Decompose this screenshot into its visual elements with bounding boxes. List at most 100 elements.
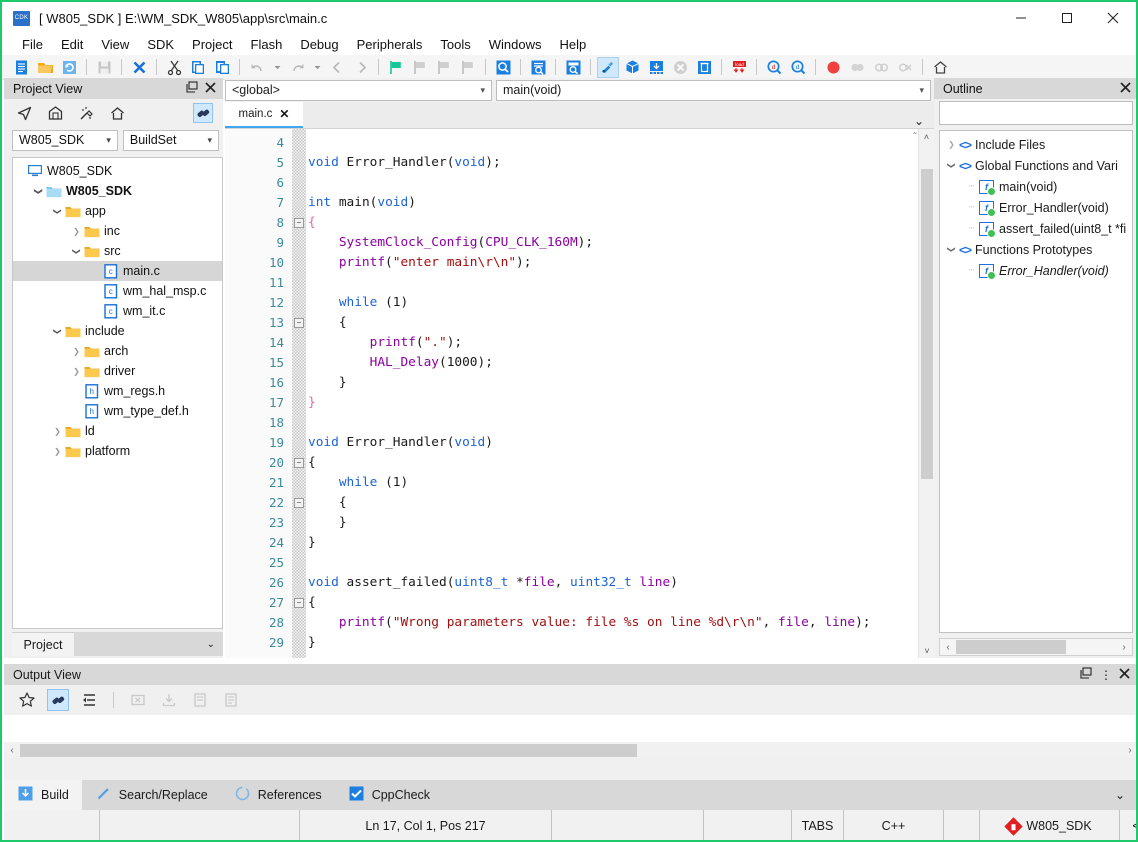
project-tree[interactable]: W805_SDK ❯ W805_SDK ❯ app ❯ inc ❯ src c main.c c wm_… bbox=[12, 157, 223, 629]
outline-splitter-scrollbar[interactable]: ˜ bbox=[907, 128, 923, 658]
tab-build[interactable]: Build bbox=[4, 780, 82, 810]
menu-view[interactable]: View bbox=[92, 35, 138, 54]
fold-toggle-icon[interactable]: − bbox=[294, 598, 304, 608]
scroll-right-arrow-icon[interactable]: › bbox=[1122, 745, 1136, 756]
build-tool-icon[interactable] bbox=[76, 103, 96, 123]
locate-icon[interactable] bbox=[14, 103, 34, 123]
breakpoint-icon[interactable] bbox=[822, 57, 844, 78]
build-icon[interactable] bbox=[597, 56, 619, 78]
outline-horizontal-scrollbar[interactable]: ‹ › bbox=[939, 638, 1133, 656]
stop-icon[interactable] bbox=[669, 57, 691, 78]
menu-debug[interactable]: Debug bbox=[291, 35, 347, 54]
output-view-maximize-icon[interactable] bbox=[1080, 667, 1093, 682]
close-button[interactable] bbox=[1090, 2, 1136, 34]
chevron-down-icon[interactable]: ❯ bbox=[72, 245, 81, 258]
fold-toggle-icon[interactable]: − bbox=[294, 498, 304, 508]
package-icon[interactable] bbox=[621, 57, 643, 78]
project-tree-item[interactable]: ❯ driver bbox=[13, 361, 222, 381]
project-tree-item[interactable]: c main.c bbox=[13, 261, 222, 281]
refresh-icon[interactable] bbox=[58, 57, 80, 78]
find-replace-icon[interactable] bbox=[562, 57, 584, 78]
bookmark-next-icon[interactable] bbox=[409, 57, 431, 78]
chevron-down-icon[interactable]: ❯ bbox=[34, 185, 43, 198]
breakpoint-toggle-icon[interactable] bbox=[870, 57, 892, 78]
scroll-left-arrow-icon[interactable]: ‹ bbox=[940, 642, 956, 653]
open-folder-icon[interactable] bbox=[34, 57, 56, 78]
copy-output-icon[interactable] bbox=[189, 689, 211, 711]
find-icon[interactable] bbox=[492, 57, 514, 78]
menu-help[interactable]: Help bbox=[551, 35, 596, 54]
redo-dropdown-icon[interactable] bbox=[310, 57, 324, 78]
menu-tools[interactable]: Tools bbox=[431, 35, 479, 54]
close-icon[interactable]: ✕ bbox=[279, 107, 289, 121]
project-tree-item[interactable]: W805_SDK bbox=[13, 161, 222, 181]
copy-icon[interactable] bbox=[187, 57, 209, 78]
scroll-left-arrow-icon[interactable]: ‹ bbox=[4, 745, 20, 756]
project-tree-item[interactable]: ❯ src bbox=[13, 241, 222, 261]
project-view-close-icon[interactable] bbox=[205, 81, 216, 96]
scrollbar-thumb[interactable] bbox=[20, 743, 637, 757]
chevron-right-icon[interactable]: ❯ bbox=[70, 227, 83, 236]
star-icon[interactable] bbox=[16, 689, 38, 711]
project-tab[interactable]: Project bbox=[12, 632, 74, 656]
code-editor[interactable]: 4 5 6 7 8 9 10 11 12 13 14 15 16 17 18 19 20 21 22 23 24 25 26… bbox=[225, 128, 934, 658]
undo-icon[interactable] bbox=[246, 57, 268, 78]
tab-cppcheck[interactable]: CppCheck bbox=[335, 780, 443, 810]
debug-start-icon[interactable]: d bbox=[763, 57, 785, 78]
outline-tree-item[interactable]: ❯ <> Include Files bbox=[940, 134, 1132, 155]
menu-windows[interactable]: Windows bbox=[480, 35, 551, 54]
tab-list-chevron-icon[interactable]: ⌄ bbox=[914, 114, 924, 128]
symbol-combo[interactable]: main(void) ▾ bbox=[496, 79, 931, 101]
tab-references[interactable]: References bbox=[221, 780, 335, 810]
project-tree-item[interactable]: c wm_hal_msp.c bbox=[13, 281, 222, 301]
project-tree-item[interactable]: ❯ ld bbox=[13, 421, 222, 441]
chevron-right-icon[interactable]: ❯ bbox=[944, 140, 959, 149]
redo-icon[interactable] bbox=[286, 57, 308, 78]
code-text-area[interactable]: void Error_Handler(void); int main(void)… bbox=[308, 133, 912, 653]
outline-tree[interactable]: ❯ <> Include Files ❯ <> Global Functions and … bbox=[939, 130, 1133, 633]
tab-search-replace[interactable]: Search/Replace bbox=[82, 780, 221, 810]
project-tree-item[interactable]: c wm_it.c bbox=[13, 301, 222, 321]
outline-tree-item[interactable]: ❯ <> Functions Prototypes bbox=[940, 239, 1132, 260]
project-view-dropdown[interactable]: ⌄ bbox=[74, 632, 223, 656]
outline-tree-item[interactable]: ┄ f Error_Handler(void) bbox=[940, 197, 1132, 218]
save-icon[interactable] bbox=[93, 57, 115, 78]
output-horizontal-scrollbar[interactable]: ‹ › bbox=[4, 742, 1136, 758]
outline-tree-item[interactable]: ❯ <> Global Functions and Vari bbox=[940, 155, 1132, 176]
copy-all-icon[interactable] bbox=[220, 689, 242, 711]
cut-icon[interactable] bbox=[163, 57, 185, 78]
chevron-down-icon[interactable]: ❯ bbox=[947, 242, 956, 257]
menu-project[interactable]: Project bbox=[183, 35, 241, 54]
chevron-right-icon[interactable]: ❯ bbox=[51, 427, 64, 436]
menu-peripherals[interactable]: Peripherals bbox=[348, 35, 432, 54]
outline-tree-item[interactable]: ┄ f main(void) bbox=[940, 176, 1132, 197]
house-icon[interactable] bbox=[107, 103, 127, 123]
editor-tab-main-c[interactable]: main.c ✕ bbox=[225, 102, 303, 128]
chevron-right-icon[interactable]: ❯ bbox=[51, 447, 64, 456]
outline-tree-item[interactable]: ┄ f Error_Handler(void) bbox=[940, 260, 1132, 281]
save-output-icon[interactable] bbox=[158, 689, 180, 711]
output-view-close-icon[interactable] bbox=[1119, 667, 1130, 682]
bookmark-prev-icon[interactable] bbox=[433, 57, 455, 78]
project-tree-item[interactable]: ❯ inc bbox=[13, 221, 222, 241]
chevron-down-icon[interactable]: ❯ bbox=[947, 158, 956, 173]
menu-flash[interactable]: Flash bbox=[242, 35, 292, 54]
home-icon[interactable] bbox=[929, 57, 951, 78]
output-tab-chevron-icon[interactable]: ⌄ bbox=[1115, 788, 1125, 802]
maximize-button[interactable] bbox=[1044, 2, 1090, 34]
paste-icon[interactable] bbox=[211, 57, 233, 78]
nav-forward-icon[interactable] bbox=[350, 57, 372, 78]
bookmark-toggle-icon[interactable] bbox=[385, 57, 407, 78]
new-file-icon[interactable] bbox=[10, 57, 32, 78]
load-icon[interactable]: load bbox=[728, 57, 750, 78]
home-view-icon[interactable] bbox=[45, 103, 65, 123]
link-icon[interactable] bbox=[47, 689, 69, 711]
menu-sdk[interactable]: SDK bbox=[138, 35, 183, 54]
menu-file[interactable]: File bbox=[13, 35, 52, 54]
output-view-menu-icon[interactable]: ⋮ bbox=[1100, 668, 1112, 682]
project-tree-item[interactable]: h wm_regs.h bbox=[13, 381, 222, 401]
project-tree-item[interactable]: ❯ app bbox=[13, 201, 222, 221]
fold-toggle-icon[interactable]: − bbox=[294, 218, 304, 228]
chevron-down-icon[interactable]: ❯ bbox=[53, 205, 62, 218]
bookmark-clear-icon[interactable] bbox=[457, 57, 479, 78]
